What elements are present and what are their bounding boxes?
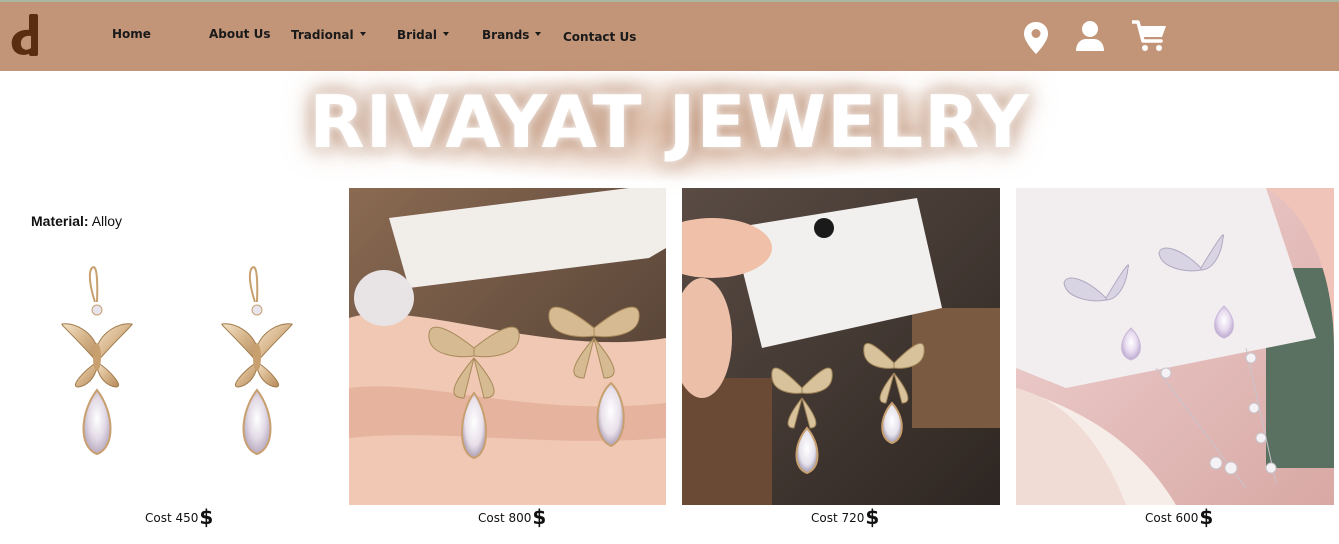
cost-value: 450 — [175, 511, 199, 525]
product-image-3[interactable] — [682, 188, 1000, 505]
user-icon[interactable] — [1076, 21, 1104, 51]
dollar-icon: $ — [865, 505, 880, 529]
caret-down-icon — [442, 32, 449, 36]
nav-traditional-label: Tradional — [291, 28, 354, 42]
cost-label: Cost — [1145, 511, 1172, 525]
cost-value: 600 — [1175, 511, 1199, 525]
nav-home[interactable]: Home — [112, 27, 151, 41]
cost-label: Cost — [478, 511, 505, 525]
dollar-icon: $ — [1199, 505, 1214, 529]
nav-about-us[interactable]: About Us — [209, 27, 270, 41]
map-pin-icon[interactable] — [1024, 22, 1048, 54]
nav-traditional-dropdown[interactable]: Tradional — [291, 28, 366, 42]
cost-value: 800 — [508, 511, 532, 525]
product-cost-4: Cost 600$ — [1145, 505, 1213, 529]
product-cost-3: Cost 720$ — [811, 505, 879, 529]
product-image-4[interactable] — [1016, 188, 1334, 505]
material-value: Alloy — [91, 213, 123, 229]
brand-logo[interactable] — [10, 14, 40, 56]
product-image-2[interactable] — [349, 188, 666, 505]
nav-brands-label: Brands — [482, 28, 530, 42]
material-info: Material: Alloy — [31, 213, 122, 229]
product-cost-1: Cost 450$ — [145, 505, 213, 529]
caret-down-icon — [359, 32, 366, 36]
hero-title: RIVAYAT JEWELRY — [309, 80, 1030, 164]
nav-brands-dropdown[interactable]: Brands — [482, 28, 542, 42]
product-cost-2: Cost 800$ — [478, 505, 546, 529]
product-image-1[interactable] — [40, 262, 320, 472]
caret-down-icon — [535, 32, 542, 36]
cost-label: Cost — [811, 511, 838, 525]
cost-label: Cost — [145, 511, 172, 525]
nav-contact-us[interactable]: Contact Us — [563, 30, 636, 44]
cost-value: 720 — [841, 511, 865, 525]
nav-bridal-label: Bridal — [397, 28, 437, 42]
nav-bridal-dropdown[interactable]: Bridal — [397, 28, 449, 42]
dollar-icon: $ — [199, 505, 214, 529]
navbar: Home About Us Tradional Bridal Brands Co… — [0, 2, 1339, 71]
earring-left — [61, 266, 133, 456]
dollar-icon: $ — [532, 505, 547, 529]
earring-right — [221, 266, 293, 456]
cart-icon[interactable] — [1132, 20, 1167, 52]
material-label: Material: — [31, 213, 89, 229]
